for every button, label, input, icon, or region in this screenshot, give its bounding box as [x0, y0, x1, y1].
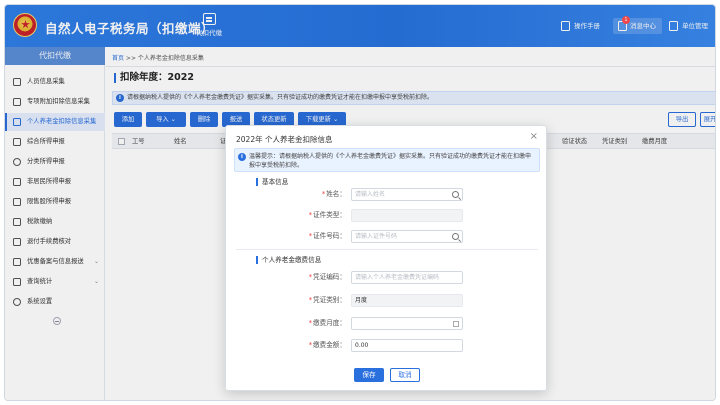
id-number-label: *证件号码：	[308, 232, 346, 240]
pay-month-field[interactable]	[351, 317, 463, 330]
search-icon[interactable]	[452, 191, 459, 198]
app-window: 自然人电子税务局（扣缴端） 代扣代缴 操作手册 1 消息中心 单位管理 代扣代缴…	[4, 4, 716, 401]
section-basic-info: 基本信息	[256, 178, 288, 186]
dialog-tip: i 温馨提示：请根据纳税人提供的《个人养老金缴费凭证》据实采集。只有验证成功的缴…	[234, 148, 540, 172]
pay-amount-field[interactable]: 0.00	[351, 339, 463, 352]
voucher-code-label: *凭证编码：	[308, 273, 346, 281]
pension-info-dialog: 2022年 个人养老金扣除信息 × i 温馨提示：请根据纳税人提供的《个人养老金…	[225, 125, 547, 391]
info-icon: i	[238, 153, 246, 161]
section-pension-payment: 个人养老金缴费信息	[256, 256, 321, 264]
voucher-type-field: 月度	[351, 294, 463, 307]
save-button[interactable]: 保存	[354, 368, 384, 382]
name-field[interactable]: 请输入姓名	[351, 188, 463, 201]
voucher-type-label: *凭证类别：	[308, 296, 346, 304]
id-number-field[interactable]: 请输入证件号码	[351, 230, 463, 243]
id-type-label: *证件类型：	[308, 211, 346, 219]
pay-amount-label: *缴费金额：	[308, 341, 346, 349]
dialog-title: 2022年 个人养老金扣除信息	[236, 135, 333, 144]
dialog-tip-text: 温馨提示：请根据纳税人提供的《个人养老金缴费凭证》据实采集。只有验证成功的缴费凭…	[249, 153, 532, 169]
name-label: *姓名：	[321, 190, 346, 198]
calendar-icon[interactable]	[453, 321, 459, 327]
close-icon[interactable]: ×	[530, 131, 538, 142]
pay-month-label: *缴费月度：	[308, 319, 346, 327]
divider	[236, 249, 538, 250]
cancel-button[interactable]: 取消	[390, 368, 420, 382]
id-number-placeholder: 请输入证件号码	[355, 233, 398, 240]
name-placeholder: 请输入姓名	[355, 191, 386, 198]
id-type-field	[351, 209, 463, 222]
search-icon[interactable]	[452, 233, 459, 240]
voucher-code-field[interactable]: 请输入个人养老金缴费凭证编码	[351, 271, 463, 284]
